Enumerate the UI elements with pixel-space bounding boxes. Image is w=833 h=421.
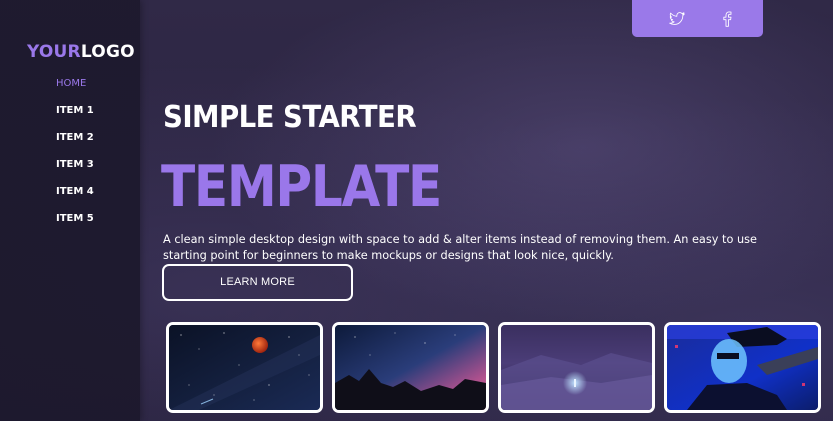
logo-accent-text: YOUR <box>27 42 81 62</box>
nav-item-home[interactable]: HOME <box>0 76 140 103</box>
gallery-card-mountains[interactable] <box>332 322 489 413</box>
facebook-icon[interactable] <box>717 9 737 29</box>
nav-item-2[interactable]: ITEM 2 <box>0 130 140 157</box>
nav-item-5[interactable]: ITEM 5 <box>0 211 140 238</box>
social-links-panel <box>632 0 763 37</box>
hero-headline: SIMPLE STARTER <box>163 100 417 135</box>
gallery-card-moon[interactable] <box>166 322 323 413</box>
logo-text: LOGO <box>80 42 135 62</box>
hero-description: A clean simple desktop design with space… <box>163 233 757 262</box>
sidebar-nav: HOME ITEM 1 ITEM 2 ITEM 3 ITEM 4 ITEM 5 <box>0 76 140 238</box>
sidebar: YOURLOGO HOME ITEM 1 ITEM 2 ITEM 3 ITEM … <box>0 0 140 421</box>
learn-more-button[interactable]: LEARN MORE <box>162 264 353 301</box>
gallery-card-snowy-hill[interactable] <box>498 322 655 413</box>
snowy-hill-image <box>501 325 652 410</box>
site-logo[interactable]: YOURLOGO <box>27 42 135 62</box>
hero-title: TEMPLATE <box>161 154 442 220</box>
gallery-card-cyber-portrait[interactable] <box>664 322 821 413</box>
twitter-icon[interactable] <box>667 9 687 29</box>
moon-night-image <box>169 325 320 410</box>
nav-item-1[interactable]: ITEM 1 <box>0 103 140 130</box>
mountain-sky-image <box>335 325 486 410</box>
cyber-portrait-image <box>667 325 818 410</box>
nav-item-4[interactable]: ITEM 4 <box>0 184 140 211</box>
nav-item-3[interactable]: ITEM 3 <box>0 157 140 184</box>
